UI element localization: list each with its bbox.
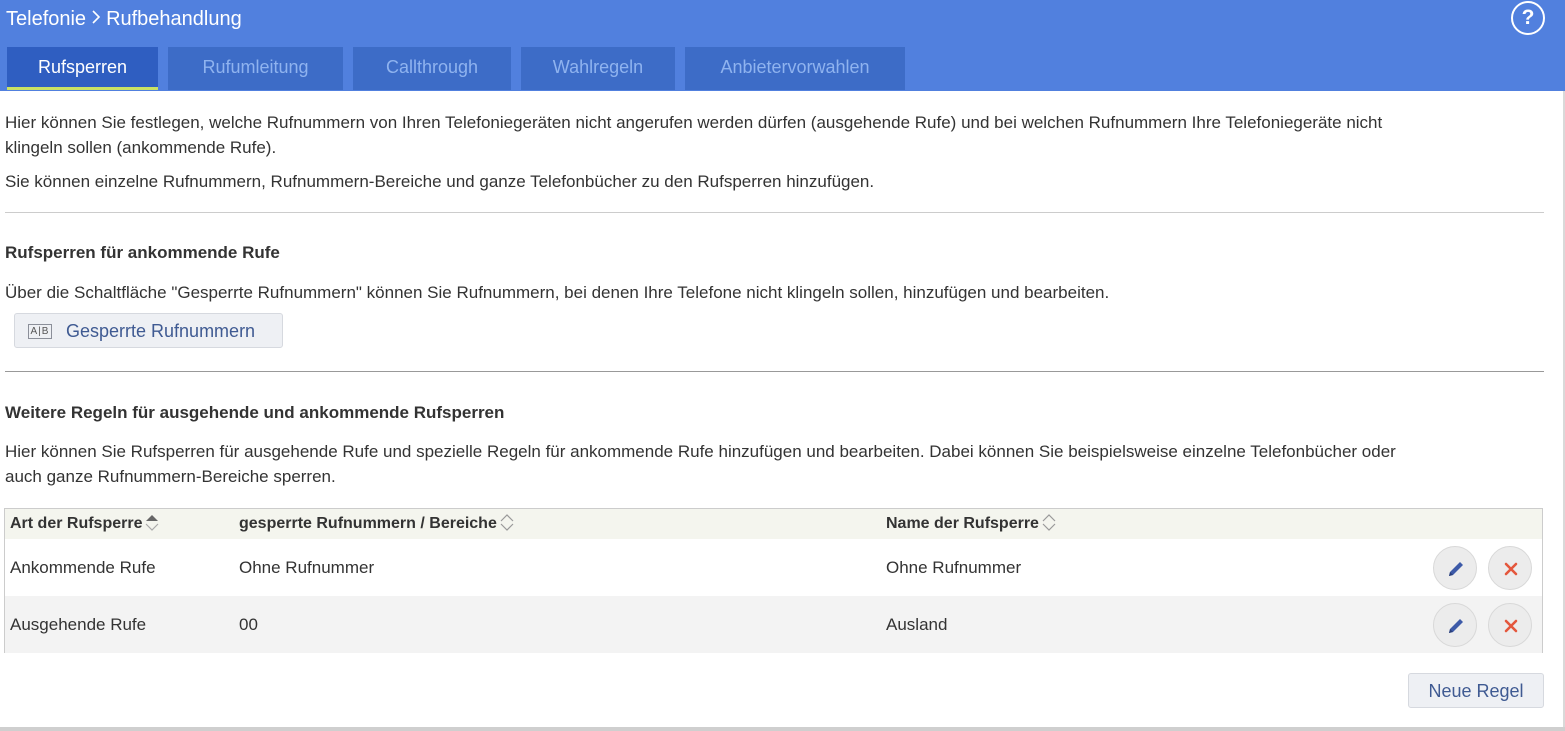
rules-heading: Weitere Regeln für ausgehende und ankomm… [5, 403, 505, 422]
divider [5, 212, 1544, 213]
cell-name: Ohne Rufnummer [886, 558, 1022, 577]
gesperrte-rufnummern-button[interactable]: A|B Gesperrte Rufnummern [14, 313, 283, 348]
close-icon [1504, 562, 1518, 576]
column-header-name[interactable]: Name der Rufsperre [886, 509, 1056, 539]
rules-description-line1: Hier können Sie Rufsperren für ausgehend… [5, 442, 1396, 461]
rules-table: Art der Rufsperre gesperrte Rufnummern /… [4, 508, 1543, 653]
bottom-border [0, 727, 1565, 731]
sort-icon [500, 514, 514, 531]
table-row: Ankommende Rufe Ohne Rufnummer Ohne Rufn… [5, 539, 1542, 596]
edit-button[interactable] [1433, 546, 1477, 590]
chevron-right-icon [90, 8, 102, 30]
table-row: Ausgehende Rufe 00 Ausland [5, 596, 1542, 653]
incoming-description: Über die Schaltfläche "Gesperrte Rufnumm… [5, 283, 1110, 302]
edit-button[interactable] [1433, 603, 1477, 647]
incoming-heading: Rufsperren für ankommende Rufe [5, 243, 280, 262]
column-header-rufnummern-label: gesperrte Rufnummern / Bereiche [239, 515, 497, 532]
cell-numbers: Ohne Rufnummer [239, 558, 375, 577]
delete-button[interactable] [1488, 603, 1532, 647]
column-header-art-label: Art der Rufsperre [10, 515, 143, 532]
cell-name: Ausland [886, 615, 948, 634]
breadcrumb-item-telefonie[interactable]: Telefonie [6, 8, 86, 30]
top-header: Telefonie Rufbehandlung ? Rufsperren Rufu… [0, 0, 1565, 91]
sort-icon [1042, 514, 1056, 531]
divider [5, 371, 1544, 372]
column-header-name-label: Name der Rufsperre [886, 515, 1039, 532]
cell-type: Ankommende Rufe [10, 558, 156, 577]
cell-numbers: 00 [239, 615, 258, 634]
tab-callthrough[interactable]: Callthrough [353, 47, 511, 90]
intro-text-line1: Hier können Sie festlegen, welche Rufnum… [5, 113, 1383, 132]
new-rule-button[interactable]: Neue Regel [1408, 673, 1544, 708]
delete-button[interactable] [1488, 546, 1532, 590]
column-header-art[interactable]: Art der Rufsperre [10, 509, 159, 539]
rules-description-line2: auch ganze Rufnummern-Bereiche sperren. [5, 467, 336, 486]
breadcrumb-item-rufbehandlung: Rufbehandlung [106, 8, 242, 30]
cell-type: Ausgehende Rufe [10, 615, 147, 634]
pencil-icon [1449, 562, 1463, 576]
close-icon [1504, 619, 1518, 633]
intro-text-line2: klingeln sollen (ankommende Rufe). [5, 138, 277, 157]
pencil-icon [1449, 619, 1463, 633]
sort-ascending-icon [146, 515, 159, 531]
intro-text-line3: Sie können einzelne Rufnummern, Rufnumme… [5, 172, 875, 191]
tab-rufumleitung[interactable]: Rufumleitung [168, 47, 343, 90]
tab-wahlregeln[interactable]: Wahlregeln [521, 47, 675, 90]
column-header-rufnummern[interactable]: gesperrte Rufnummern / Bereiche [239, 509, 514, 539]
tab-rufsperren[interactable]: Rufsperren [7, 47, 158, 90]
tab-anbietervorwahlen[interactable]: Anbietervorwahlen [685, 47, 905, 90]
gesperrte-rufnummern-label: Gesperrte Rufnummern [66, 321, 256, 341]
breadcrumb: Telefonie Rufbehandlung [6, 6, 242, 32]
address-book-icon: A|B [28, 324, 52, 339]
table-header: Art der Rufsperre gesperrte Rufnummern /… [5, 509, 1542, 539]
help-icon[interactable]: ? [1511, 1, 1545, 35]
